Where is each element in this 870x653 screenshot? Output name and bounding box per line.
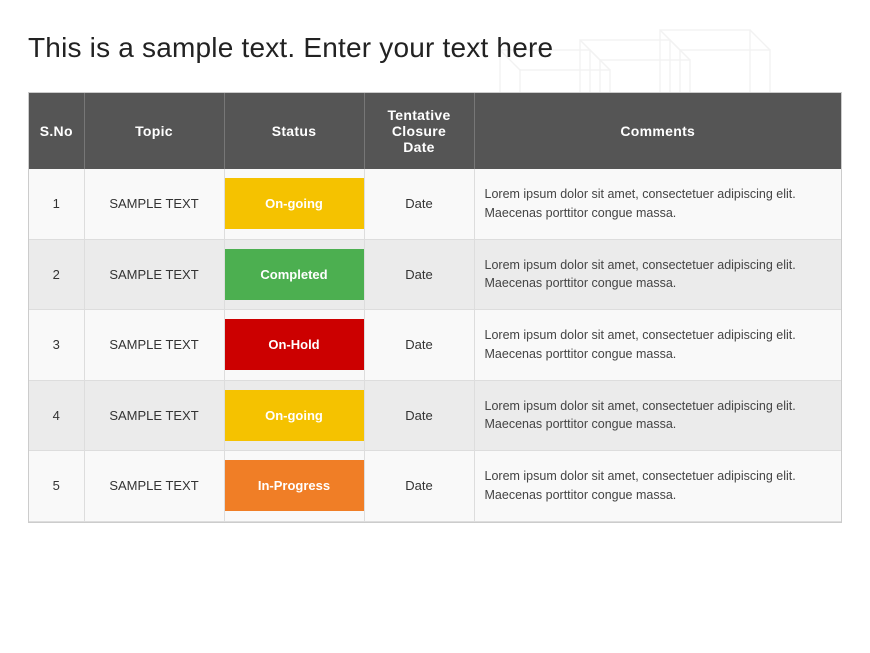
cell-status: On-Hold xyxy=(224,310,364,381)
table-row: 2 SAMPLE TEXT Completed Date Lorem ipsum… xyxy=(29,239,841,310)
status-badge: On-Hold xyxy=(225,319,364,370)
cell-topic: SAMPLE TEXT xyxy=(84,310,224,381)
cell-status: On-going xyxy=(224,380,364,451)
table-header-row: S.No Topic Status Tentative Closure Date… xyxy=(29,93,841,169)
status-badge: On-going xyxy=(225,390,364,441)
status-badge: Completed xyxy=(225,249,364,300)
cell-comments: Lorem ipsum dolor sit amet, consectetuer… xyxy=(474,451,841,522)
cell-status: In-Progress xyxy=(224,451,364,522)
cell-date: Date xyxy=(364,451,474,522)
cell-topic: SAMPLE TEXT xyxy=(84,169,224,239)
cell-date: Date xyxy=(364,239,474,310)
header-topic: Topic xyxy=(84,93,224,169)
cell-sno: 5 xyxy=(29,451,84,522)
cell-date: Date xyxy=(364,169,474,239)
table-row: 1 SAMPLE TEXT On-going Date Lorem ipsum … xyxy=(29,169,841,239)
table-row: 4 SAMPLE TEXT On-going Date Lorem ipsum … xyxy=(29,380,841,451)
header-sno: S.No xyxy=(29,93,84,169)
cell-comments: Lorem ipsum dolor sit amet, consectetuer… xyxy=(474,380,841,451)
cell-sno: 1 xyxy=(29,169,84,239)
cell-sno: 2 xyxy=(29,239,84,310)
table-row: 3 SAMPLE TEXT On-Hold Date Lorem ipsum d… xyxy=(29,310,841,381)
cell-status: Completed xyxy=(224,239,364,310)
cell-topic: SAMPLE TEXT xyxy=(84,451,224,522)
cell-date: Date xyxy=(364,310,474,381)
cell-topic: SAMPLE TEXT xyxy=(84,239,224,310)
header-comments: Comments xyxy=(474,93,841,169)
cell-comments: Lorem ipsum dolor sit amet, consectetuer… xyxy=(474,310,841,381)
header-date: Tentative Closure Date xyxy=(364,93,474,169)
cell-sno: 3 xyxy=(29,310,84,381)
main-table: S.No Topic Status Tentative Closure Date… xyxy=(28,92,842,523)
cell-comments: Lorem ipsum dolor sit amet, consectetuer… xyxy=(474,239,841,310)
cell-topic: SAMPLE TEXT xyxy=(84,380,224,451)
page-title: This is a sample text. Enter your text h… xyxy=(28,32,842,64)
cell-date: Date xyxy=(364,380,474,451)
cell-comments: Lorem ipsum dolor sit amet, consectetuer… xyxy=(474,169,841,239)
status-badge: On-going xyxy=(225,178,364,229)
cell-status: On-going xyxy=(224,169,364,239)
status-badge: In-Progress xyxy=(225,460,364,511)
header-status: Status xyxy=(224,93,364,169)
cell-sno: 4 xyxy=(29,380,84,451)
table-row: 5 SAMPLE TEXT In-Progress Date Lorem ips… xyxy=(29,451,841,522)
